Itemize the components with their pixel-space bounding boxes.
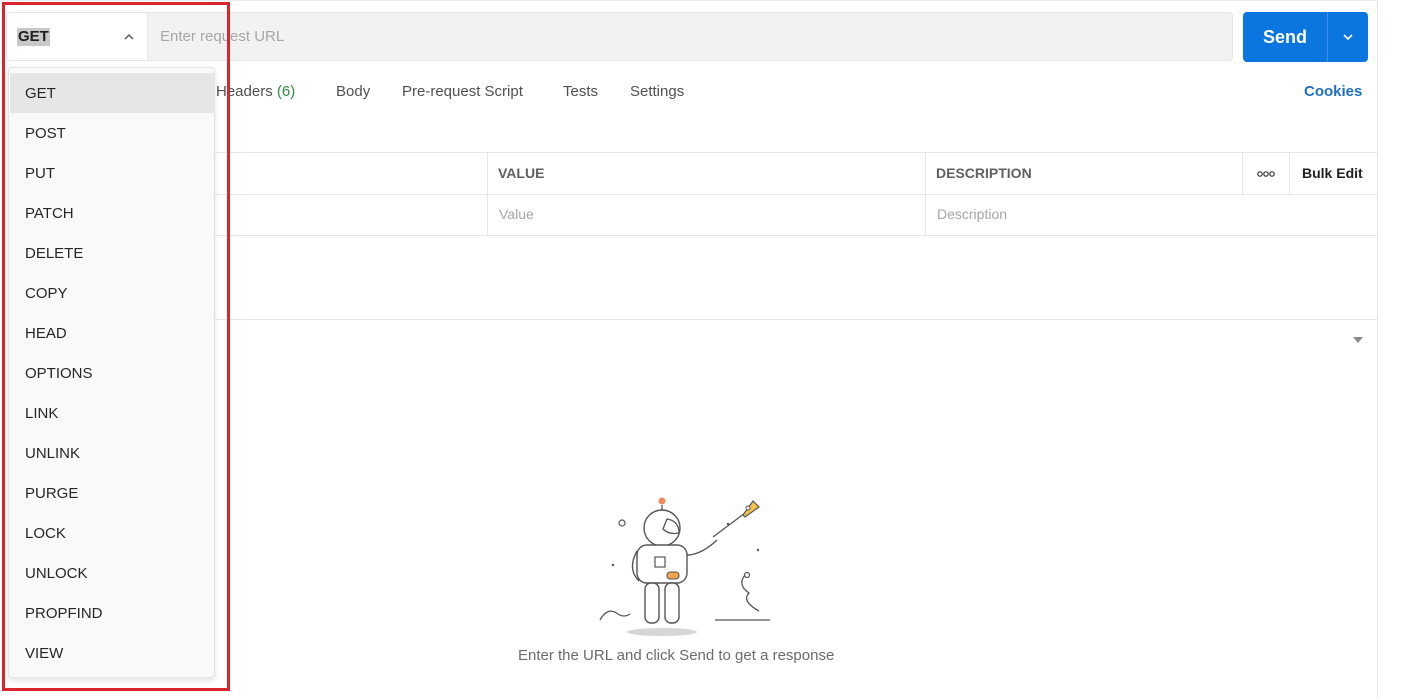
table-row-border [215, 235, 1377, 236]
method-option-delete[interactable]: DELETE [10, 233, 215, 273]
method-option-put[interactable]: PUT [10, 153, 215, 193]
method-option-patch[interactable]: PATCH [10, 193, 215, 233]
bulk-edit-button[interactable]: Bulk Edit [1302, 164, 1363, 182]
empty-response-message: Enter the URL and click Send to get a re… [518, 647, 835, 664]
column-divider [487, 152, 488, 236]
method-option-options[interactable]: OPTIONS [10, 353, 215, 393]
method-option-lock[interactable]: LOCK [10, 513, 215, 553]
method-selector[interactable]: GET [6, 12, 147, 61]
send-options-button[interactable] [1328, 12, 1368, 62]
method-option-view[interactable]: VIEW [10, 633, 215, 673]
column-divider [1242, 152, 1243, 195]
column-header-value: VALUE [498, 165, 545, 181]
column-divider [1289, 152, 1290, 195]
top-border [0, 0, 1377, 1]
method-option-purge[interactable]: PURGE [10, 473, 215, 513]
method-option-unlock[interactable]: UNLOCK [10, 553, 215, 593]
tab-tests[interactable]: Tests [563, 82, 598, 102]
send-button[interactable]: Send [1243, 12, 1327, 62]
table-header-border [215, 194, 1377, 195]
astronaut-illustration [599, 497, 770, 636]
method-selected-label: GET [17, 28, 50, 46]
chevron-down-icon [1343, 34, 1353, 41]
caret-down-icon[interactable] [1351, 333, 1365, 347]
method-option-copy[interactable]: COPY [10, 273, 215, 313]
value-input[interactable] [499, 203, 909, 225]
table-top-border [215, 152, 1377, 153]
send-button-group: Send [1243, 12, 1368, 62]
method-option-unlink[interactable]: UNLINK [10, 433, 215, 473]
tab-headers-count: (6) [276, 83, 296, 100]
response-pane-divider [215, 319, 1377, 320]
column-header-description: DESCRIPTION [936, 165, 1032, 181]
column-divider [925, 152, 926, 236]
method-option-get[interactable]: GET [10, 73, 215, 113]
tab-pre-request-script[interactable]: Pre-request Script [402, 82, 523, 102]
pane-border [1377, 0, 1378, 698]
tab-settings[interactable]: Settings [630, 82, 684, 102]
chevron-up-icon [124, 33, 134, 40]
tab-body[interactable]: Body [336, 82, 370, 102]
description-input[interactable] [937, 203, 1357, 225]
method-option-propfind[interactable]: PROPFIND [10, 593, 215, 633]
tab-headers-label: Headers [216, 83, 273, 100]
method-option-head[interactable]: HEAD [10, 313, 215, 353]
method-option-link[interactable]: LINK [10, 393, 215, 433]
more-horizontal-icon[interactable] [1254, 167, 1278, 181]
tab-headers[interactable]: Headers (6) [216, 82, 295, 102]
cookies-link[interactable]: Cookies [1304, 82, 1362, 102]
url-input[interactable] [147, 12, 1233, 61]
method-option-post[interactable]: POST [10, 113, 215, 153]
method-dropdown-menu: GET POST PUT PATCH DELETE COPY HEAD OPTI… [8, 67, 215, 678]
